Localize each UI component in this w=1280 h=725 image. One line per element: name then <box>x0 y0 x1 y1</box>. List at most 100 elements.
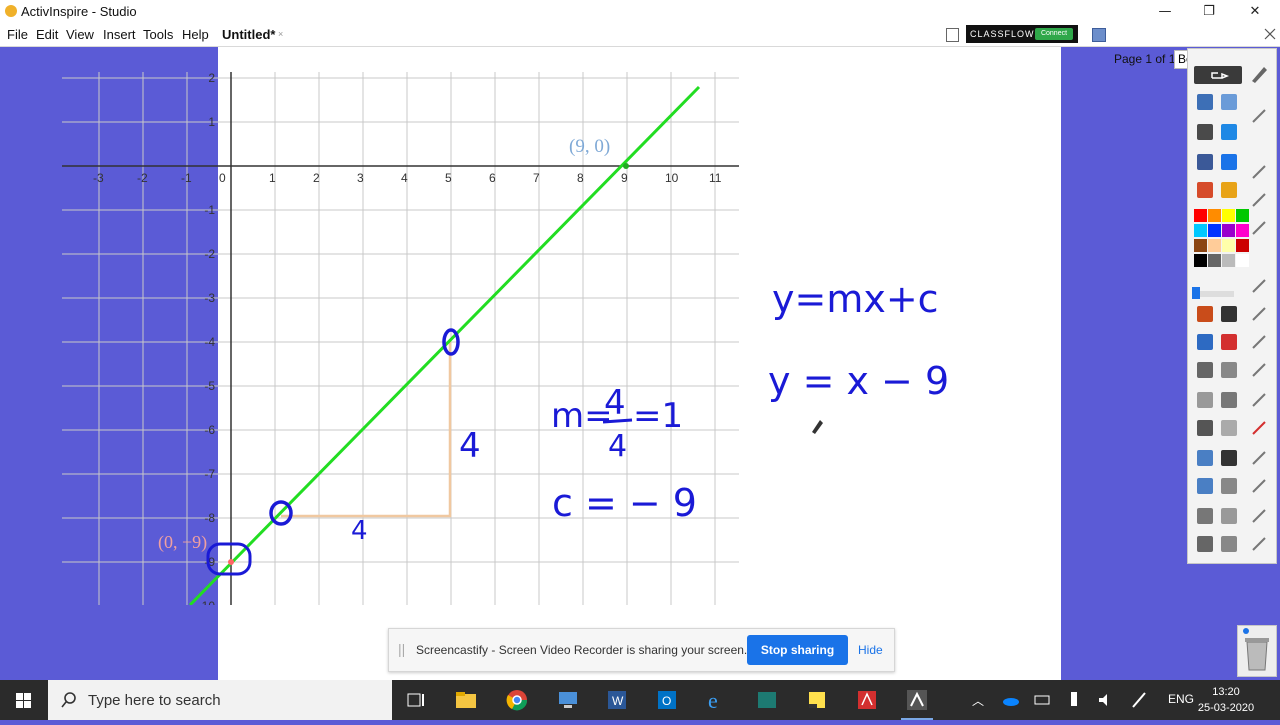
network-app-icon[interactable] <box>556 688 580 712</box>
shape-icon[interactable] <box>1194 389 1216 411</box>
eraser-icon[interactable] <box>1194 359 1216 381</box>
toolbox-extra-icon[interactable] <box>1248 105 1270 127</box>
toolbox-extra-icon[interactable] <box>1248 389 1270 411</box>
word-icon[interactable]: W <box>605 688 629 712</box>
classflow-connect-button[interactable]: Connect <box>1035 28 1073 40</box>
color-swatch[interactable] <box>1222 209 1235 222</box>
menu-file[interactable]: File <box>7 27 28 42</box>
previous-page-icon[interactable] <box>1194 151 1216 173</box>
battery-icon[interactable] <box>1030 688 1054 712</box>
drag-handle-icon[interactable]: || <box>398 641 405 657</box>
pen-input-icon[interactable] <box>1128 688 1152 712</box>
onedrive-icon[interactable] <box>999 688 1023 712</box>
toolbox-extra-icon[interactable] <box>1248 217 1270 239</box>
highlighter-icon[interactable] <box>1218 331 1240 353</box>
file-explorer-icon[interactable] <box>454 688 478 712</box>
redo-icon[interactable] <box>1218 475 1240 497</box>
usb-icon[interactable] <box>1062 688 1086 712</box>
document-tab[interactable]: Untitled* <box>222 27 275 42</box>
color-swatch[interactable] <box>1222 224 1235 237</box>
start-button[interactable] <box>0 680 48 720</box>
play-icon[interactable] <box>1194 179 1216 201</box>
page-icon[interactable] <box>1092 28 1106 42</box>
connector-icon[interactable] <box>1218 389 1240 411</box>
toolbox-extra-icon[interactable] <box>1248 359 1270 381</box>
acrobat-icon[interactable] <box>855 688 879 712</box>
toolbox-extra-icon[interactable] <box>1248 189 1270 211</box>
smart-app-icon[interactable] <box>755 688 779 712</box>
minimize-button[interactable]: — <box>1142 0 1188 24</box>
color-swatch[interactable] <box>1222 254 1235 267</box>
close-tab-icon[interactable]: × <box>278 29 283 39</box>
menu-view[interactable]: View <box>66 27 94 42</box>
reset-page-icon[interactable] <box>1218 447 1240 469</box>
hide-button[interactable]: Hide <box>858 643 883 657</box>
toolbox-extra-icon[interactable] <box>1248 505 1270 527</box>
undo-icon[interactable] <box>1194 475 1216 497</box>
pen-icon[interactable] <box>1194 331 1216 353</box>
color-swatch[interactable] <box>1194 239 1207 252</box>
toolbox-extra-icon[interactable] <box>1248 331 1270 353</box>
toolbox-extra-icon[interactable] <box>1248 533 1270 555</box>
pen-settings-icon[interactable] <box>1248 63 1270 85</box>
duplicate-icon[interactable] <box>1218 533 1240 555</box>
color-swatch[interactable] <box>1208 239 1221 252</box>
toolbox-extra-icon[interactable] <box>1248 417 1270 439</box>
chevron-up-icon[interactable]: ︿ <box>972 692 984 709</box>
property-browser-icon[interactable] <box>1218 121 1240 143</box>
clock[interactable]: 13:20 25-03-2020 <box>1196 684 1256 716</box>
color-swatch[interactable] <box>1236 224 1249 237</box>
taskbar-search[interactable]: Type here to search <box>48 680 392 720</box>
menu-edit[interactable]: Edit <box>36 27 58 42</box>
color-swatch[interactable] <box>1194 209 1207 222</box>
close-button[interactable]: ✕ <box>1232 0 1278 24</box>
stop-sharing-button[interactable]: Stop sharing <box>747 635 848 665</box>
restore-view-icon[interactable] <box>1263 27 1277 41</box>
toolbox-extra-icon[interactable] <box>1248 475 1270 497</box>
chrome-icon[interactable] <box>505 688 529 712</box>
calculator-icon[interactable] <box>1194 533 1216 555</box>
outlook-icon[interactable]: O <box>655 688 679 712</box>
color-swatch[interactable] <box>1208 209 1221 222</box>
color-swatch[interactable] <box>1222 239 1235 252</box>
toolbox-extra-icon[interactable] <box>1248 447 1270 469</box>
spotlight-icon[interactable] <box>1194 447 1216 469</box>
pen-width-slider[interactable] <box>1194 291 1234 297</box>
restore-button[interactable]: ❐ <box>1186 0 1232 24</box>
resource-browser-icon[interactable] <box>1218 91 1240 113</box>
browse-icon[interactable] <box>1218 179 1240 201</box>
next-page-icon[interactable] <box>1218 151 1240 173</box>
volume-icon[interactable] <box>1094 688 1118 712</box>
fill-icon[interactable] <box>1218 359 1240 381</box>
color-swatch[interactable] <box>1236 239 1249 252</box>
toolbox-extra-icon[interactable] <box>1248 303 1270 325</box>
color-swatch[interactable] <box>1194 254 1207 267</box>
color-swatch[interactable] <box>1208 254 1221 267</box>
menu-insert[interactable]: Insert <box>103 27 136 42</box>
language-indicator[interactable]: ENG <box>1168 692 1194 706</box>
copy-icon[interactable] <box>1218 505 1240 527</box>
menu-help[interactable]: Help <box>182 27 209 42</box>
menu-tools[interactable]: Tools <box>143 27 173 42</box>
pen-width-handle[interactable] <box>1192 287 1200 299</box>
task-view-icon[interactable] <box>404 688 428 712</box>
color-swatch[interactable] <box>1236 209 1249 222</box>
edge-icon[interactable]: e <box>705 688 729 712</box>
sticky-notes-icon[interactable] <box>805 688 829 712</box>
color-swatch[interactable] <box>1208 224 1221 237</box>
trash-can[interactable] <box>1237 625 1277 677</box>
switch-profile-button[interactable] <box>1194 66 1242 84</box>
select-icon[interactable] <box>1194 303 1216 325</box>
color-swatch[interactable] <box>1236 254 1249 267</box>
toolbox-extra-icon[interactable] <box>1248 275 1270 297</box>
text-icon[interactable] <box>1218 417 1240 439</box>
page-browser-icon[interactable] <box>1194 91 1216 113</box>
ruler-icon[interactable] <box>1218 303 1240 325</box>
camera-icon[interactable] <box>1194 417 1216 439</box>
color-swatch[interactable] <box>1194 224 1207 237</box>
page-browser-icon[interactable] <box>946 28 959 42</box>
activinspire-taskbar-icon[interactable] <box>905 688 929 712</box>
toolbox-extra-icon[interactable] <box>1248 161 1270 183</box>
clear-icon[interactable] <box>1194 505 1216 527</box>
object-browser-icon[interactable] <box>1194 121 1216 143</box>
